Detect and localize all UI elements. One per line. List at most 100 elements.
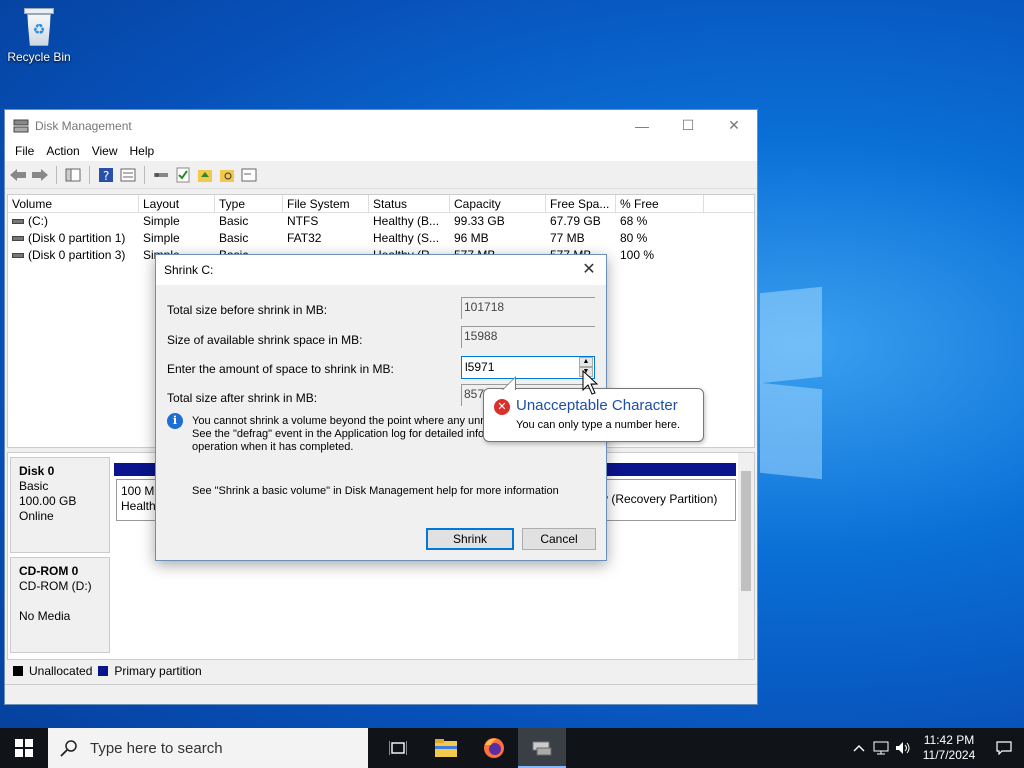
dialog-title: Shrink C: <box>164 263 214 277</box>
properties-icon[interactable] <box>119 166 137 184</box>
col-free-space[interactable]: Free Spa... <box>546 195 616 212</box>
error-icon: ✕ <box>494 399 510 415</box>
taskbar: Type here to search 11:42 PM 11/7/2024 <box>0 728 1024 768</box>
volume-icon[interactable] <box>892 741 914 755</box>
col-status[interactable]: Status <box>369 195 450 212</box>
folder-icon <box>435 739 457 757</box>
col-volume[interactable]: Volume <box>8 195 139 212</box>
disk-0-label[interactable]: Disk 0 Basic 100.00 GB Online <box>10 457 110 553</box>
help-icon[interactable]: ? <box>97 166 115 184</box>
firefox-button[interactable] <box>470 728 518 768</box>
col-percent-free[interactable]: % Free <box>616 195 704 212</box>
forward-arrow-icon[interactable] <box>31 166 49 184</box>
shrink-amount-stepper[interactable]: ▲ ▼ <box>461 356 595 379</box>
task-view-button[interactable] <box>374 728 422 768</box>
error-balloon-tooltip: ✕ Unacceptable Character You can only ty… <box>483 376 704 442</box>
cell-layout: Simple <box>143 231 180 245</box>
legend-unallocated-label: Unallocated <box>29 664 93 678</box>
available-space-label: Size of available shrink space in MB: <box>167 333 363 347</box>
legend-primary-swatch <box>98 666 109 676</box>
notification-icon[interactable] <box>984 741 1024 755</box>
drive-icon <box>12 219 24 225</box>
maximize-button[interactable]: ☐ <box>665 110 711 141</box>
legend: Unallocated Primary partition <box>7 662 755 680</box>
shrink-button[interactable]: Shrink <box>426 528 514 550</box>
search-placeholder: Type here to search <box>90 739 223 757</box>
check-icon[interactable] <box>174 166 192 184</box>
dialog-titlebar[interactable]: Shrink C: ✕ <box>156 255 606 285</box>
disk-management-taskbar-button[interactable] <box>518 728 566 768</box>
connect-icon[interactable] <box>152 166 170 184</box>
legend-unallocated-swatch <box>13 666 23 676</box>
disk-0-size: 100.00 GB <box>19 494 77 508</box>
spin-up-button[interactable]: ▲ <box>579 357 593 367</box>
disk-0-name: Disk 0 <box>19 464 55 478</box>
network-icon[interactable] <box>870 741 892 755</box>
balloon-title: Unacceptable Character <box>516 397 678 414</box>
col-type[interactable]: Type <box>215 195 283 212</box>
console-tree-icon[interactable] <box>64 166 82 184</box>
back-arrow-icon[interactable] <box>9 166 27 184</box>
start-button[interactable] <box>0 728 48 768</box>
available-space-value: 15988 <box>461 326 595 348</box>
cdrom-0-name: CD-ROM 0 <box>19 564 79 578</box>
mouse-cursor-icon <box>582 370 598 395</box>
help-text: See "Shrink a basic volume" in Disk Mana… <box>192 485 559 497</box>
recycle-bin-label: Recycle Bin <box>7 50 71 64</box>
menu-view[interactable]: View <box>86 144 124 158</box>
cdrom-0-label[interactable]: CD-ROM 0 CD-ROM (D:) No Media <box>10 557 110 653</box>
menu-file[interactable]: File <box>9 144 40 158</box>
info-line-3: operation when it has completed. <box>192 441 354 453</box>
close-button[interactable]: ✕ <box>711 110 757 141</box>
chevron-up-icon[interactable] <box>848 744 870 752</box>
vertical-scrollbar[interactable] <box>738 453 754 659</box>
system-tray: 11:42 PM 11/7/2024 <box>848 728 1024 768</box>
windows-logo-wallpaper <box>760 286 824 480</box>
cell-capacity: 99.33 GB <box>454 214 505 228</box>
cell-volume: (Disk 0 partition 3) <box>28 248 126 262</box>
volume-list-header: Volume Layout Type File System Status Ca… <box>8 195 754 213</box>
file-explorer-button[interactable] <box>422 728 470 768</box>
cancel-button[interactable]: Cancel <box>522 528 596 550</box>
firefox-icon <box>484 738 504 758</box>
table-row[interactable]: (C:) Simple Basic NTFS Healthy (B... 99.… <box>8 213 754 230</box>
clock-date: 11/7/2024 <box>922 748 976 762</box>
drive-icon <box>12 236 24 242</box>
cell-file-system: NTFS <box>287 214 319 228</box>
folder-up-icon[interactable] <box>196 166 214 184</box>
disk-management-app-icon <box>13 119 29 132</box>
table-row[interactable]: (Disk 0 partition 1) Simple Basic FAT32 … <box>8 230 754 247</box>
windows-start-icon <box>15 739 33 757</box>
folder-search-icon[interactable] <box>218 166 236 184</box>
partition-recovery[interactable]: y (Recovery Partition) <box>598 479 736 521</box>
disk-0-status: Online <box>19 509 54 523</box>
minimize-button[interactable]: — <box>619 110 665 141</box>
menu-bar: File Action View Help <box>5 141 757 161</box>
window-titlebar[interactable]: Disk Management — ☐ ✕ <box>5 110 757 141</box>
col-capacity[interactable]: Capacity <box>450 195 546 212</box>
col-layout[interactable]: Layout <box>139 195 215 212</box>
cell-percent-free: 68 % <box>620 214 648 228</box>
recycle-bin-icon[interactable]: ♻ Recycle Bin <box>4 6 74 64</box>
taskbar-search-box[interactable]: Type here to search <box>48 728 368 768</box>
shrink-amount-label: Enter the amount of space to shrink in M… <box>167 362 394 376</box>
dialog-close-icon[interactable]: ✕ <box>580 261 598 279</box>
disk-management-icon <box>532 741 552 756</box>
info-icon: i <box>167 413 183 429</box>
cell-volume: (Disk 0 partition 1) <box>28 231 126 245</box>
cell-layout: Simple <box>143 214 180 228</box>
window-list-icon[interactable] <box>240 166 258 184</box>
menu-help[interactable]: Help <box>124 144 161 158</box>
task-view-icon <box>389 741 407 755</box>
status-bar <box>5 684 757 704</box>
balloon-body: You can only type a number here. <box>516 419 681 431</box>
menu-action[interactable]: Action <box>40 144 85 158</box>
total-after-label: Total size after shrink in MB: <box>167 391 318 405</box>
cell-type: Basic <box>219 214 249 228</box>
cell-status: Healthy (B... <box>373 214 440 228</box>
col-file-system[interactable]: File System <box>283 195 369 212</box>
clock[interactable]: 11:42 PM 11/7/2024 <box>914 733 984 763</box>
shrink-amount-input[interactable] <box>462 357 572 376</box>
info-line-1: You cannot shrink a volume beyond the po… <box>192 415 484 427</box>
cell-type: Basic <box>219 231 249 245</box>
